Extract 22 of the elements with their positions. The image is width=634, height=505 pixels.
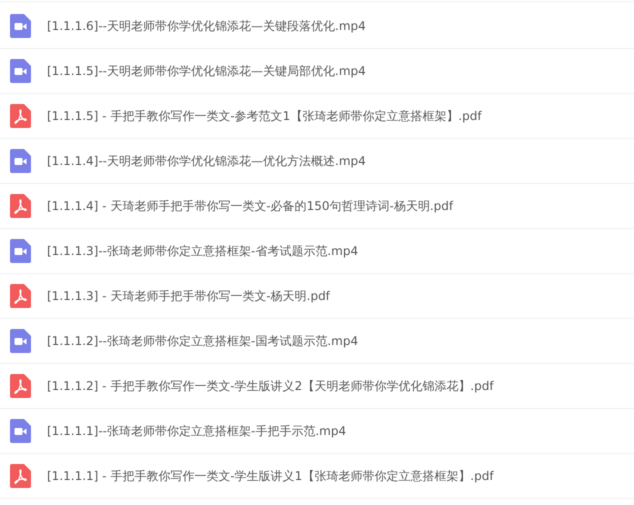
file-name[interactable]: [1.1.1.6]--天明老师带你学优化锦添花—关键段落优化.mp4 bbox=[47, 18, 366, 34]
pdf-file-icon bbox=[10, 464, 31, 488]
file-name[interactable]: [1.1.1.1] - 手把手教你写作一类文-学生版讲义1【张琦老师带你定立意搭框架】.pdf bbox=[47, 468, 494, 484]
pdf-file-icon bbox=[10, 284, 31, 308]
pdf-file-icon bbox=[10, 194, 31, 218]
video-file-icon bbox=[10, 329, 31, 353]
file-name[interactable]: [1.1.1.3] - 天琦老师手把手带你写一类文-杨天明.pdf bbox=[47, 288, 330, 304]
file-name[interactable]: [1.1.1.5]--天明老师带你学优化锦添花—关键局部优化.mp4 bbox=[47, 62, 366, 80]
file-name[interactable]: [1.1.1.4]--天明老师带你学优化锦添花—优化方法概述.mp4 bbox=[47, 152, 366, 170]
video-file-icon bbox=[10, 419, 31, 443]
pdf-file-icon bbox=[10, 374, 31, 398]
pdf-file-icon bbox=[10, 104, 31, 128]
video-file-icon bbox=[10, 149, 31, 173]
file-name[interactable]: [1.1.1.5] - 手把手教你写作一类文-参考范文1【张琦老师带你定立意搭框架】.pdf bbox=[47, 108, 482, 124]
file-name[interactable]: [1.1.1.2] - 手把手教你写作一类文-学生版讲义2【天明老师带你学优化锦添花】.pdf bbox=[47, 378, 494, 394]
file-name[interactable]: [1.1.1.3]--张琦老师带你定立意搭框架-省考试题示范.mp4 bbox=[47, 242, 358, 260]
file-name[interactable]: [1.1.1.2]--张琦老师带你定立意搭框架-国考试题示范.mp4 bbox=[47, 332, 358, 350]
file-name[interactable]: [1.1.1.4] - 天琦老师手把手带你写一类文-必备的150句哲理诗词-杨天明.pdf bbox=[47, 198, 454, 214]
video-file-icon bbox=[10, 14, 31, 38]
file-name[interactable]: [1.1.1.1]--张琦老师带你定立意搭框架-手把手示范.mp4 bbox=[47, 422, 346, 440]
video-file-icon bbox=[10, 59, 31, 83]
video-file-icon bbox=[10, 239, 31, 263]
